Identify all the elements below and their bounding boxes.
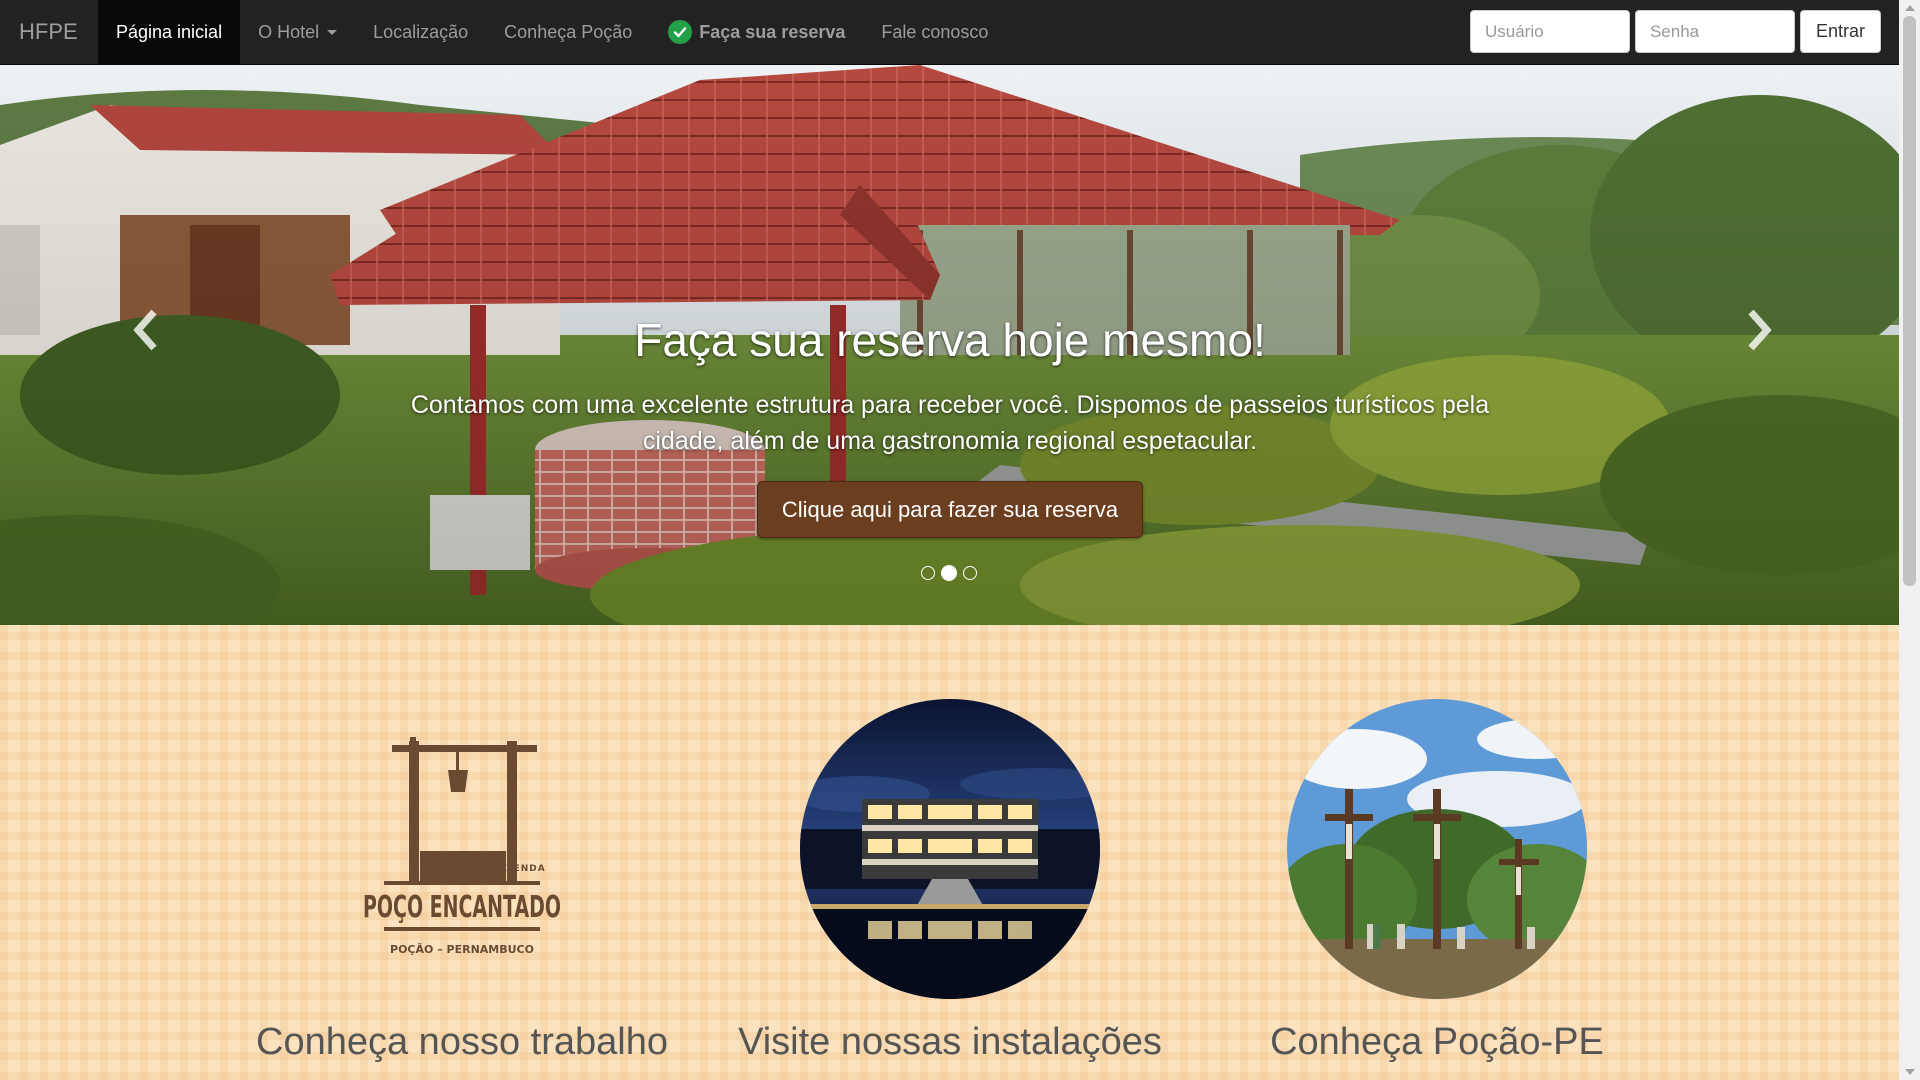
page-scrollbar[interactable] <box>1899 0 1920 1080</box>
pocao-crosses-photo <box>1287 699 1587 999</box>
carousel-indicator-1[interactable] <box>921 566 935 580</box>
nav-item-pocao-label: Conheça Poção <box>504 21 633 42</box>
feature-work-title: Conheça nosso trabalho <box>256 1021 668 1063</box>
well-logo-icon: HOTEL FAZENDA POÇO ENCANTADO POÇÃO – PER… <box>363 737 561 956</box>
carousel-next-button[interactable] <box>1730 290 1790 370</box>
nav-item-location-label: Localização <box>373 21 469 42</box>
carousel-heading: Faça sua reserva hoje mesmo! <box>634 314 1266 366</box>
carousel-indicators <box>921 565 977 581</box>
logo-fazenda-text: FAZENDA <box>492 864 546 874</box>
nav-item-hotel-label: O Hotel <box>258 21 320 42</box>
username-input[interactable] <box>1469 10 1630 53</box>
feature-facilities: Visite nossas instalações <box>725 699 1175 1064</box>
nav-item-contact-label: Fale conosco <box>881 21 989 42</box>
hotel-night-image <box>800 699 1100 999</box>
top-navbar: HFPE Página inicial O Hotel Localização … <box>0 0 1899 65</box>
hotel-logo: HOTEL FAZENDA POÇO ENCANTADO POÇÃO – PER… <box>312 699 612 999</box>
carousel-prev-button[interactable] <box>115 290 175 370</box>
caret-down-icon <box>327 29 338 35</box>
nav-item-reservation[interactable]: Faça sua reserva <box>650 0 863 64</box>
brand-link[interactable]: HFPE <box>0 0 98 64</box>
scroll-down-icon[interactable] <box>1905 1069 1915 1075</box>
password-input[interactable] <box>1634 10 1795 53</box>
nav-item-reservation-label: Faça sua reserva <box>699 21 846 42</box>
carousel-caption: Faça sua reserva hoje mesmo! Contamos co… <box>350 313 1550 459</box>
login-form: Entrar <box>1469 10 1881 53</box>
logo-hotel-text: HOTEL <box>420 864 458 874</box>
make-reservation-button[interactable]: Clique aqui para fazer sua reserva <box>757 481 1143 538</box>
check-circle-icon <box>668 20 693 44</box>
nav-item-pocao[interactable]: Conheça Poção <box>486 0 650 64</box>
nav-item-hotel-dropdown[interactable]: O Hotel <box>240 0 355 64</box>
nav-item-home[interactable]: Página inicial <box>98 0 241 64</box>
scrollbar-thumb[interactable] <box>1903 16 1916 586</box>
carousel-text: Contamos com uma excelente estrutura par… <box>410 391 1490 455</box>
nav-item-location[interactable]: Localização <box>355 0 486 64</box>
feature-work: HOTEL FAZENDA POÇO ENCANTADO POÇÃO – PER… <box>237 699 687 1064</box>
nav-item-home-label: Página inicial <box>116 21 223 42</box>
pocao-crosses-image <box>1287 699 1587 999</box>
carousel-indicator-2[interactable] <box>941 565 957 581</box>
chevron-right-icon <box>1748 309 1772 351</box>
feature-pocao-title: Conheça Poção-PE <box>1270 1021 1604 1063</box>
hotel-night-photo <box>800 699 1100 999</box>
features-section: HOTEL FAZENDA POÇO ENCANTADO POÇÃO – PER… <box>0 625 1899 1080</box>
carousel-indicator-3[interactable] <box>963 566 977 580</box>
feature-pocao: Conheça Poção-PE <box>1212 699 1662 1064</box>
feature-facilities-title: Visite nossas instalações <box>738 1021 1162 1063</box>
hero-carousel: Faça sua reserva hoje mesmo! Contamos co… <box>0 65 1899 625</box>
scroll-up-icon[interactable] <box>1905 5 1915 11</box>
logo-subtitle-text: POÇÃO – PERNAMBUCO <box>390 943 534 956</box>
chevron-left-icon <box>133 309 157 351</box>
login-button[interactable]: Entrar <box>1799 10 1881 53</box>
logo-name-text: POÇO ENCANTADO <box>363 890 561 925</box>
nav-item-contact[interactable]: Fale conosco <box>863 0 1006 64</box>
